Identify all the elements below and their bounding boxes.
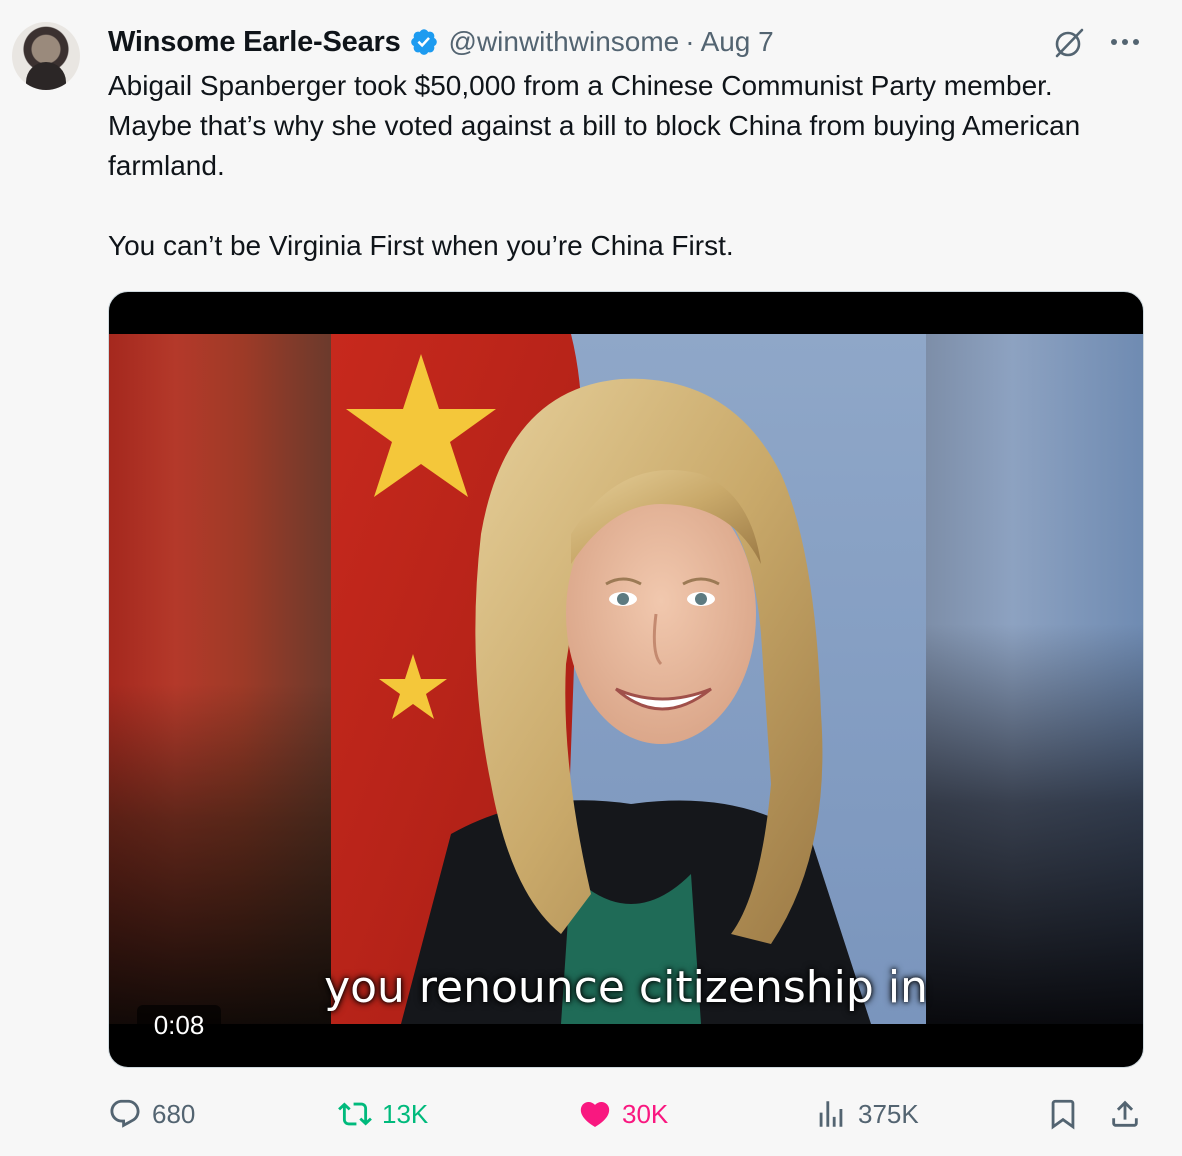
author-handle[interactable]: @winwithwinsome [449, 26, 680, 58]
tweet-paragraph: Abigail Spanberger took $50,000 from a C… [108, 70, 1081, 181]
retweet-button[interactable]: 13K [338, 1094, 428, 1134]
share-icon [1112, 1100, 1138, 1127]
tweet-text: Abigail Spanberger took $50,000 from a C… [108, 66, 1108, 266]
video-frame [109, 334, 1143, 1024]
video-still-image [331, 334, 926, 1024]
reply-button[interactable]: 680 [108, 1094, 195, 1134]
views-count: 375K [858, 1098, 919, 1129]
video-player[interactable]: you renounce citizenship in 0:08 [108, 291, 1144, 1068]
views-icon [819, 1101, 843, 1127]
author-name[interactable]: Winsome Earle-Sears [108, 26, 401, 59]
tweet-date[interactable]: Aug 7 [701, 26, 774, 58]
video-blur-right [926, 334, 1143, 1024]
verified-badge-icon [410, 29, 437, 55]
video-blur-left [109, 334, 331, 1024]
tweet-paragraph: You can’t be Virginia First when you’re … [108, 230, 734, 261]
reply-icon [110, 1099, 140, 1128]
like-button[interactable]: 30K [578, 1094, 668, 1134]
tweet-header: Winsome Earle-Sears @winwithwinsome · Au… [108, 24, 774, 60]
share-button[interactable] [1108, 1094, 1142, 1134]
more-icon[interactable] [1108, 32, 1142, 52]
bookmark-icon [1051, 1099, 1075, 1130]
avatar[interactable] [12, 22, 80, 90]
video-timestamp: 0:08 [137, 1005, 221, 1045]
video-caption: you renounce citizenship in [324, 962, 928, 1013]
reply-count: 680 [152, 1098, 196, 1129]
like-icon [580, 1101, 610, 1127]
separator-dot: · [685, 26, 695, 57]
views-button[interactable]: 375K [814, 1094, 919, 1134]
bookmark-button[interactable] [1046, 1094, 1080, 1134]
grok-icon[interactable] [1050, 26, 1086, 62]
retweet-count: 13K [382, 1098, 429, 1129]
tweet-actions: 680 13K 30K 375K [108, 1094, 1142, 1134]
like-count: 30K [622, 1098, 669, 1129]
retweet-icon [338, 1102, 372, 1126]
